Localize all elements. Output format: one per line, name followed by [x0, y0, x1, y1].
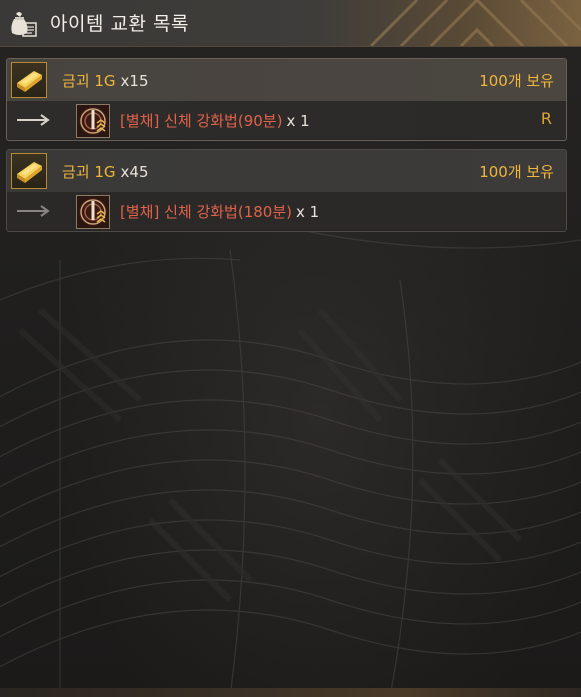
reward-item-quantity: x 1	[295, 203, 320, 221]
cost-row: 금괴 1G x15 100개 보유	[7, 59, 566, 101]
cost-item-name: 금괴 1G	[62, 163, 116, 181]
reward-item-name: [별채] 신체 강화법(180분)	[120, 203, 292, 221]
arrow-right-icon	[17, 114, 50, 126]
coin-bag-icon	[6, 6, 40, 40]
owned-count: 100개 보유	[479, 72, 554, 90]
reward-item: [별채] 신체 강화법(90분) x 1	[120, 110, 310, 131]
exchange-list-panel: 아이템 교환 목록 금괴 1G x15 100개 보유 [별채] 신체 강화법(…	[0, 0, 581, 697]
skill-book-icon[interactable]	[76, 104, 110, 138]
gold-bar-icon	[11, 153, 47, 189]
reward-item-quantity: x 1	[286, 112, 310, 130]
reward-item-name: [별채] 신체 강화법(90분)	[120, 112, 283, 130]
skill-book-icon[interactable]	[76, 195, 110, 229]
reward-item: [별채] 신체 강화법(180분) x 1	[120, 201, 319, 222]
footer-strip	[0, 688, 581, 697]
reward-row: [별채] 신체 강화법(90분) x 1 R	[7, 101, 566, 139]
window-header: 아이템 교환 목록	[0, 0, 581, 47]
exchange-entry[interactable]: 금괴 1G x45 100개 보유 [별채] 신체 강화법(180분) x 1	[6, 149, 567, 232]
exchange-entry[interactable]: 금괴 1G x15 100개 보유 [별채] 신체 강화법(90분) x 1 R	[6, 58, 567, 141]
reward-row: [별채] 신체 강화법(180분) x 1	[7, 192, 566, 230]
gold-bar-icon	[11, 62, 47, 98]
window-title: 아이템 교환 목록	[50, 13, 189, 35]
cost-row: 금괴 1G x45 100개 보유	[7, 150, 566, 192]
header-decoration	[369, 0, 581, 46]
cost-item: 금괴 1G x15	[62, 70, 149, 91]
key-hint[interactable]: R	[541, 109, 552, 128]
cost-item-quantity: x15	[120, 72, 149, 90]
cost-item-quantity: x45	[120, 163, 149, 181]
arrow-right-icon	[17, 205, 50, 217]
cost-item: 금괴 1G x45	[62, 161, 149, 182]
owned-count: 100개 보유	[479, 163, 554, 181]
cost-item-name: 금괴 1G	[62, 72, 116, 90]
